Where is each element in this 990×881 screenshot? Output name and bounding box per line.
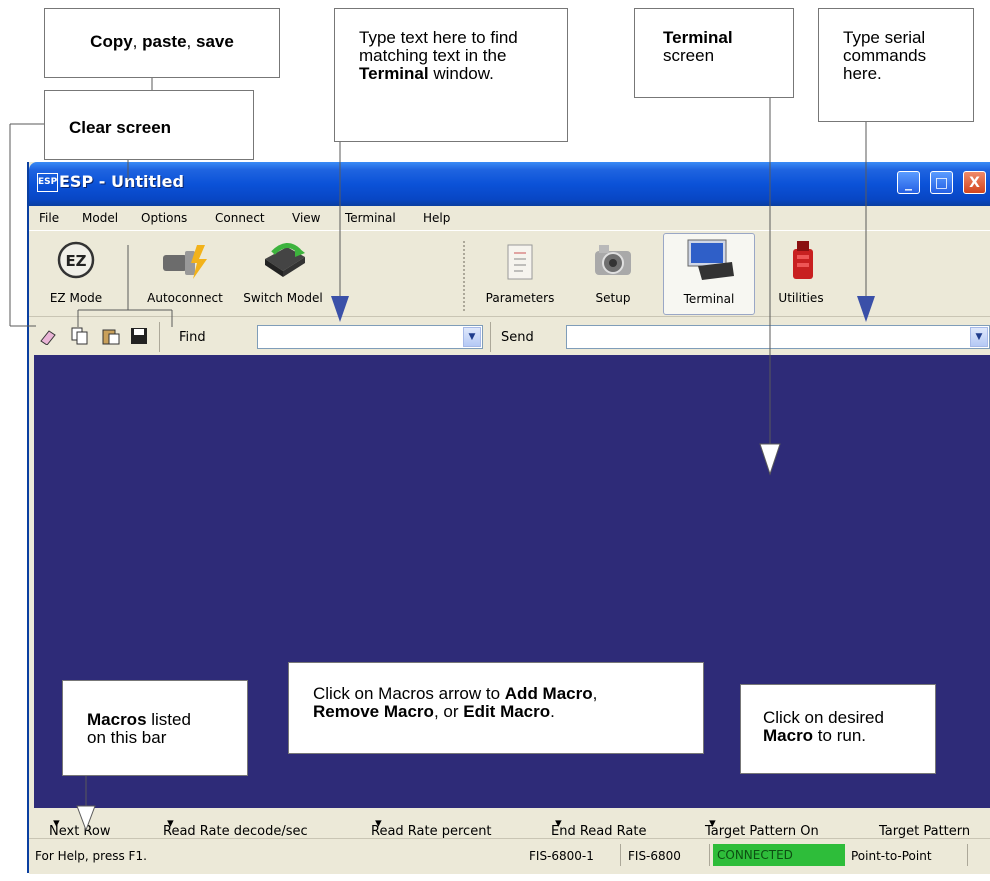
callout-terminal-screen: Terminal screen [634, 8, 794, 98]
callout-copy-paste-save: Copy, paste, save [44, 8, 280, 78]
callout-find-hint: Type text here to find matching text in … [334, 8, 568, 142]
callout-serial-hint: Type serial commands here. [818, 8, 974, 122]
callout-run-macro: Click on desired Macro to run. [740, 684, 936, 774]
callout-clear-screen: Clear screen [44, 90, 254, 160]
callout-macros-bar: Macros listed on this bar [62, 680, 248, 776]
callout-macros-menu: Click on Macros arrow to Add Macro, Remo… [288, 662, 704, 754]
